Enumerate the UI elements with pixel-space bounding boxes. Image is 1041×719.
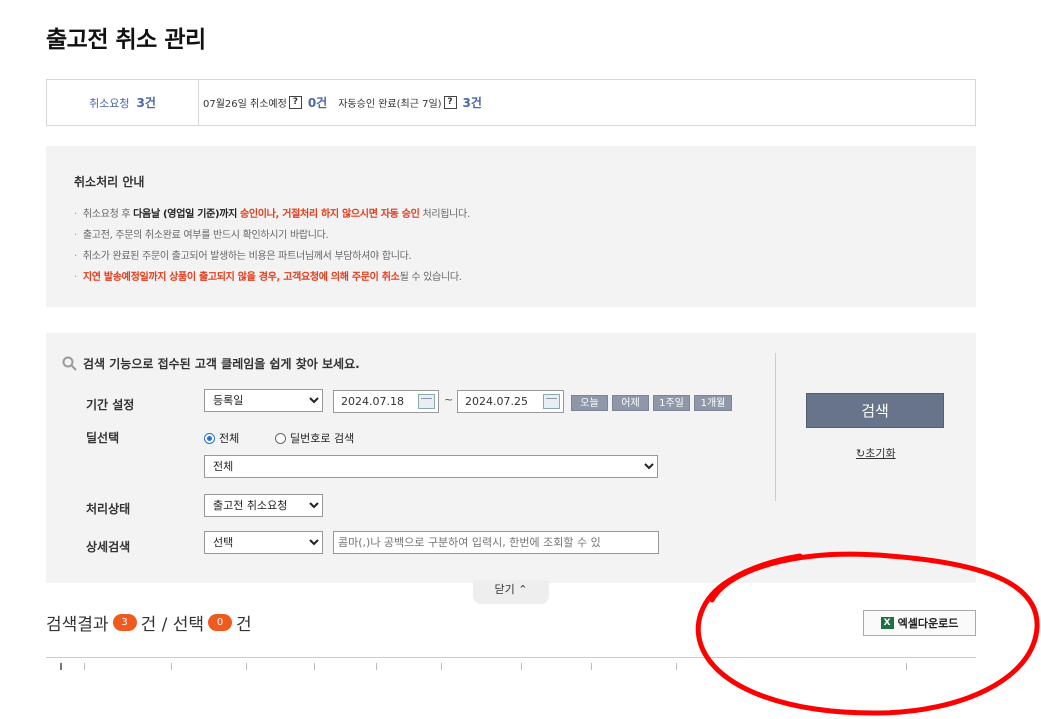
guide-highlight: 지연 발송예정일까지 [82, 272, 167, 283]
search-icon [62, 356, 77, 371]
radio-deal-label: 딜번호로 검색 [290, 432, 355, 445]
column-divider [376, 663, 377, 670]
deal-select[interactable]: 전체 [204, 455, 658, 478]
detail-search-label: 상세검색 [86, 540, 131, 554]
date-from-value: 2024.07.18 [341, 395, 404, 408]
auto-approved-label: 자동승인 완료(최근 7일) [338, 99, 442, 110]
page-title: 출고전 취소 관리 [46, 27, 206, 53]
date-to-value: 2024.07.25 [465, 395, 528, 408]
date-to-field[interactable]: 2024.07.25 [457, 390, 564, 413]
cancel-request-label: 취소요청 [89, 96, 130, 110]
excel-download-button[interactable]: X 엑셀다운로드 [863, 610, 976, 636]
column-divider [84, 663, 85, 670]
calendar-icon[interactable] [543, 394, 560, 409]
quick-week-button[interactable]: 1주일 [653, 395, 690, 411]
selected-count-badge: 0 [208, 614, 233, 631]
guide-emphasis: 다음날 (영업일 기준)까지 [133, 209, 238, 220]
collapse-search-tab[interactable]: 닫기 ⌃ [473, 580, 549, 604]
column-divider [246, 663, 247, 670]
column-divider [171, 663, 172, 670]
status-label: 처리상태 [86, 502, 131, 516]
date-from-field[interactable]: 2024.07.18 [333, 390, 439, 413]
guide-item: 취소가 완료된 주문이 출고되어 발생하는 비용은 파트너님께서 부담하셔야 합… [74, 248, 470, 269]
select-all-checkbox[interactable] [60, 663, 62, 670]
guide-title: 취소처리 안내 [74, 175, 145, 189]
guide-item: 지연 발송예정일까지 상품이 출고되지 않을 경우, 고객요청에 의해 주문이 … [74, 269, 470, 290]
column-divider [521, 663, 522, 670]
status-select[interactable]: 출고전 취소요청 [204, 494, 323, 517]
search-button[interactable]: 검색 [806, 393, 944, 428]
result-unit: 건 / 선택 [140, 615, 205, 635]
detail-search-select[interactable]: 선택 [204, 531, 323, 554]
results-table-header [46, 657, 976, 670]
guide-text: 될 수 있습니다. [399, 272, 462, 283]
cancel-summary-box: 취소요청 3건 07월26일 취소예정 ? 0건 자동승인 완료(최근 7일) … [46, 79, 976, 126]
guide-item: 취소요청 후 다음날 (영업일 기준)까지 승인이나, 거절처리 하지 않으시면… [74, 206, 470, 227]
guide-text: 취소요청 후 [82, 209, 134, 220]
result-count-badge: 3 [112, 614, 137, 631]
radio-all-label: 전체 [219, 432, 240, 445]
cancel-status-summary: 07월26일 취소예정 ? 0건 자동승인 완료(최근 7일) ? 3건 [203, 80, 485, 125]
cancel-request-summary[interactable]: 취소요청 3건 [47, 80, 199, 125]
selected-unit: 건 [236, 615, 252, 635]
reset-label: 초기화 [865, 447, 896, 460]
search-panel: 검색 기능으로 접수된 고객 클레임을 쉽게 찾아 보세요. 기간 설정 등록일… [46, 333, 976, 583]
quick-yesterday-button[interactable]: 어제 [612, 395, 649, 411]
result-label: 검색결과 [46, 615, 109, 635]
detail-search-input[interactable] [333, 531, 659, 554]
radio-all[interactable]: 전체 [204, 430, 239, 446]
excel-download-label: 엑셀다운로드 [897, 617, 959, 630]
chevron-up-icon: ⌃ [518, 583, 528, 596]
calendar-icon[interactable] [418, 394, 435, 409]
date-range-separator: ~ [444, 393, 454, 406]
column-divider [906, 663, 907, 670]
result-summary: 검색결과 3 건 / 선택 0 건 [46, 610, 252, 635]
column-divider [441, 663, 442, 670]
column-divider [314, 663, 315, 670]
guide-highlight: 상품이 출고되지 않을 경우, 고객요청에 의해 주문이 취소 [169, 272, 400, 283]
column-divider [591, 663, 592, 670]
refresh-icon: ↻ [856, 447, 866, 460]
scheduled-label: 07월26일 취소예정 [203, 99, 287, 110]
excel-icon: X [880, 617, 894, 629]
auto-approved-count[interactable]: 3건 [463, 94, 482, 111]
help-icon[interactable]: ? [288, 96, 302, 109]
vertical-divider [775, 353, 776, 501]
help-icon[interactable]: ? [443, 96, 457, 109]
radio-unchecked-icon[interactable] [275, 432, 286, 444]
scheduled-count[interactable]: 0건 [308, 94, 327, 111]
period-type-select[interactable]: 등록일 [204, 389, 323, 412]
reset-link[interactable]: ↻초기화 [856, 445, 896, 461]
quick-month-button[interactable]: 1개월 [694, 395, 732, 411]
radio-checked-icon[interactable] [204, 432, 215, 444]
search-heading: 검색 기능으로 접수된 고객 클레임을 쉽게 찾아 보세요. [62, 355, 360, 372]
guide-text: 처리됩니다. [419, 209, 470, 220]
guide-highlight: 승인이나, 거절처리 하지 않으시면 자동 승인 [239, 209, 420, 220]
column-divider [676, 663, 677, 670]
guide-item: 출고전, 주문의 취소완료 여부를 반드시 확인하시기 바랍니다. [74, 227, 470, 248]
radio-deal-number[interactable]: 딜번호로 검색 [275, 430, 354, 446]
search-heading-text: 검색 기능으로 접수된 고객 클레임을 쉽게 찾아 보세요. [83, 357, 360, 371]
quick-today-button[interactable]: 오늘 [571, 395, 608, 411]
guide-list: 취소요청 후 다음날 (영업일 기준)까지 승인이나, 거절처리 하지 않으시면… [74, 206, 470, 290]
cancel-request-count[interactable]: 3건 [137, 94, 156, 111]
collapse-label: 닫기 [494, 583, 515, 596]
cancel-guide-panel: 취소처리 안내 취소요청 후 다음날 (영업일 기준)까지 승인이나, 거절처리… [46, 146, 976, 307]
period-label: 기간 설정 [86, 398, 135, 412]
deal-label: 딜선택 [86, 431, 120, 445]
